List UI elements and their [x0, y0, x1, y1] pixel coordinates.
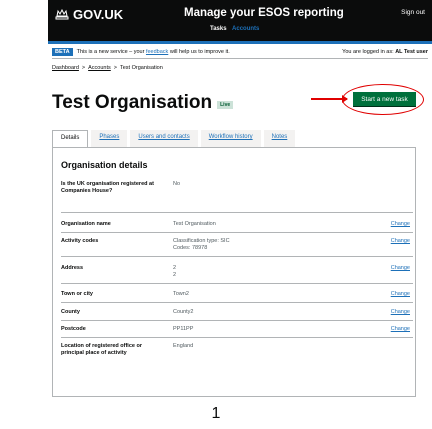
status-tag-live: Live: [217, 101, 234, 109]
change-link[interactable]: Change: [391, 326, 410, 332]
beta-tag: BETA: [52, 48, 73, 56]
breadcrumb-accounts[interactable]: Accounts: [88, 65, 111, 71]
service-name[interactable]: Manage your ESOS reporting: [184, 7, 344, 19]
summary-value: Classification type: SIC Codes: 78978: [173, 238, 230, 252]
tab-users-and-contacts[interactable]: Users and contacts: [130, 130, 198, 147]
logged-in-user: AL Test user: [395, 49, 428, 55]
logged-in-status: You are logged in as: AL Test user: [342, 49, 428, 55]
header-nav: Tasks Accounts: [210, 26, 263, 32]
summary-row-postcode: Postcode PP11PP Change: [61, 326, 413, 338]
summary-value: England: [173, 343, 194, 349]
sign-out-link[interactable]: Sign out: [401, 9, 425, 16]
tab-notes[interactable]: Notes: [263, 130, 296, 147]
summary-key: Location of registered office or princip…: [61, 343, 142, 356]
change-link[interactable]: Change: [391, 265, 410, 271]
summary-value-line: 2: [173, 272, 177, 278]
feedback-link[interactable]: feedback: [146, 49, 168, 55]
summary-value: PP11PP: [173, 326, 194, 332]
phase-message-pre: This is a new service – your: [76, 49, 145, 55]
summary-row-town: Town or city Town2 Change: [61, 291, 413, 303]
nav-accounts[interactable]: Accounts: [232, 26, 259, 32]
tabs: Details Phases Users and contacts Workfl…: [52, 130, 298, 148]
summary-key: Is the UK organisation registered at Com…: [61, 181, 154, 194]
logged-in-label: You are logged in as:: [342, 49, 394, 55]
breadcrumb-dashboard[interactable]: Dashboard: [52, 65, 79, 71]
tab-phases[interactable]: Phases: [91, 130, 128, 147]
phase-banner: BETA This is a new service – your feedba…: [52, 47, 428, 57]
change-link[interactable]: Change: [391, 221, 410, 227]
page-number: 1: [211, 405, 221, 422]
breadcrumb-separator: >: [81, 65, 86, 71]
summary-row-organisation-name: Organisation name Test Organisation Chan…: [61, 221, 413, 233]
phase-message-post: will help us to improve it.: [169, 49, 230, 55]
summary-key: County: [61, 309, 80, 315]
breadcrumb-separator: >: [113, 65, 117, 71]
breadcrumb: Dashboard > Accounts > Test Organisation: [52, 65, 163, 71]
govuk-header: GOV.UK Manage your ESOS reporting Sign o…: [48, 0, 432, 41]
section-title: Organisation details: [61, 160, 148, 170]
summary-row-location: Location of registered office or princip…: [61, 343, 413, 367]
summary-key: Postcode: [61, 326, 86, 332]
summary-value: Town2: [173, 291, 189, 297]
phase-divider: [52, 58, 428, 59]
title-row: Test Organisation Live: [52, 92, 234, 114]
summary-key: Organisation name: [61, 221, 111, 227]
page-title: Test Organisation: [52, 92, 213, 113]
summary-value: County2: [173, 309, 194, 315]
start-new-task-button[interactable]: Start a new task: [353, 92, 416, 106]
summary-row-activity-codes: Activity codes Classification type: SIC …: [61, 238, 413, 257]
change-link[interactable]: Change: [391, 238, 410, 244]
summary-key: Town or city: [61, 291, 93, 297]
nav-tasks[interactable]: Tasks: [210, 26, 227, 32]
tab-details[interactable]: Details: [52, 130, 89, 148]
breadcrumb-current: Test Organisation: [119, 65, 163, 71]
change-link[interactable]: Change: [391, 291, 410, 297]
crown-icon: [55, 9, 69, 20]
summary-value: No: [173, 181, 181, 187]
summary-key: Address: [61, 265, 84, 271]
summary-value: Test Organisation: [173, 221, 216, 227]
summary-value: 2 2: [173, 265, 176, 279]
summary-key: Activity codes: [61, 238, 99, 244]
summary-row-county: County County2 Change: [61, 309, 413, 321]
summary-value-line: 2: [173, 265, 177, 271]
phase-message: This is a new service – your feedback wi…: [77, 49, 230, 55]
summary-row-address: Address 2 2 Change: [61, 265, 413, 284]
govuk-logo: GOV.UK: [73, 7, 124, 22]
change-link[interactable]: Change: [391, 309, 410, 315]
tab-workflow-history[interactable]: Workflow history: [200, 130, 261, 147]
summary-value-line: Classification type: SIC: [173, 238, 230, 244]
govuk-logo-link[interactable]: GOV.UK: [55, 7, 123, 22]
summary-value-line: Codes: 78978: [173, 245, 208, 251]
header-underline: [48, 41, 432, 44]
summary-row-companies-house: Is the UK organisation registered at Com…: [61, 181, 413, 213]
